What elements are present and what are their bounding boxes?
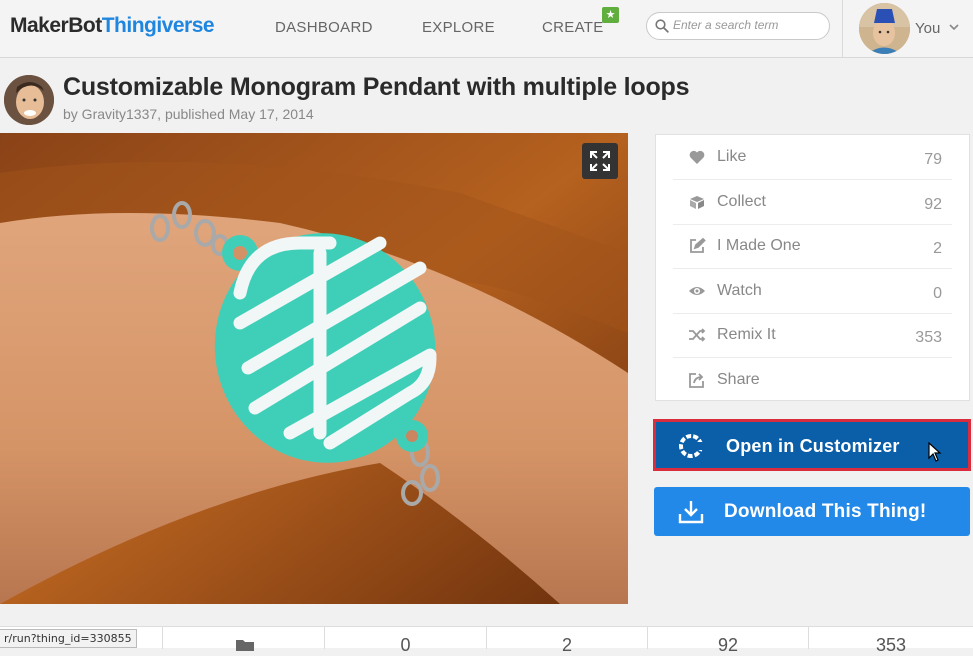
stat-value: 2	[561, 635, 572, 655]
remix-action[interactable]: Remix It 353	[673, 313, 952, 358]
create-star-badge: ★	[602, 7, 619, 23]
logo-makerbot: MakerBot	[10, 14, 102, 37]
site-logo[interactable]: MakerBotThingiverse	[10, 14, 215, 38]
download-label: Download This Thing!	[724, 501, 927, 522]
stat-value: 92	[717, 635, 739, 655]
thing-main-image[interactable]	[0, 133, 628, 604]
status-bar-url: r/run?thing_id=330855	[0, 629, 137, 648]
folder-icon	[236, 640, 254, 651]
open-in-customizer-button[interactable]: Open in Customizer	[653, 419, 971, 471]
customizer-label: Open in Customizer	[726, 436, 900, 456]
user-avatar[interactable]	[859, 3, 910, 54]
stat-cell-2[interactable]: 0	[324, 627, 486, 655]
collect-action[interactable]: Collect 92	[673, 180, 952, 225]
stats-strip: 0 2 92 353	[0, 626, 973, 655]
collect-label: Collect	[717, 193, 766, 210]
expand-image-button[interactable]	[582, 143, 618, 179]
stat-files[interactable]	[162, 627, 324, 651]
search-icon	[655, 19, 669, 33]
eye-icon	[689, 287, 705, 295]
mouse-cursor-icon	[928, 442, 942, 462]
heart-icon	[689, 150, 705, 164]
like-count: 79	[924, 151, 942, 168]
collect-count: 92	[924, 196, 942, 213]
stat-cell-5[interactable]: 353	[808, 627, 973, 655]
stat-value: 353	[875, 635, 907, 655]
made-one-label: I Made One	[717, 237, 801, 254]
nav-divider	[842, 0, 843, 58]
search-box[interactable]	[646, 12, 830, 40]
remix-icon	[689, 328, 706, 342]
thing-actions-panel: Like 79 Collect 92 I Made One 2 Watch 0 …	[655, 134, 970, 401]
stat-cell-3[interactable]: 2	[486, 627, 647, 655]
share-label: Share	[717, 371, 760, 388]
made-one-action[interactable]: I Made One 2	[673, 224, 952, 269]
watch-action[interactable]: Watch 0	[673, 269, 952, 314]
remix-count: 353	[915, 329, 942, 346]
author-avatar[interactable]	[4, 75, 54, 125]
stat-cell-4[interactable]: 92	[647, 627, 808, 655]
collect-icon	[690, 196, 704, 209]
top-nav: MakerBotThingiverse DASHBOARD EXPLORE CR…	[0, 0, 973, 58]
share-icon	[689, 373, 704, 388]
download-icon	[678, 501, 704, 524]
chevron-down-icon[interactable]	[949, 24, 959, 31]
share-action[interactable]: Share	[673, 358, 952, 403]
like-label: Like	[717, 148, 747, 165]
search-input[interactable]	[673, 18, 823, 32]
remix-label: Remix It	[717, 326, 776, 343]
customizer-icon	[679, 434, 704, 458]
made-one-count: 2	[933, 240, 942, 257]
watch-label: Watch	[717, 282, 762, 299]
logo-thingiverse: Thingiverse	[101, 14, 215, 37]
made-one-icon	[690, 237, 706, 253]
watch-count: 0	[933, 285, 942, 302]
nav-create[interactable]: CREATE	[542, 19, 604, 36]
nav-dashboard[interactable]: DASHBOARD	[275, 19, 373, 36]
thing-byline: by Gravity1337, published May 17, 2014	[63, 106, 314, 122]
thing-title: Customizable Monogram Pendant with multi…	[63, 73, 690, 101]
stat-value: 0	[400, 635, 411, 655]
user-menu-label[interactable]: You	[915, 20, 940, 37]
like-action[interactable]: Like 79	[673, 135, 952, 180]
nav-explore[interactable]: EXPLORE	[422, 19, 495, 36]
expand-icon	[590, 151, 610, 171]
download-button[interactable]: Download This Thing!	[654, 487, 970, 536]
